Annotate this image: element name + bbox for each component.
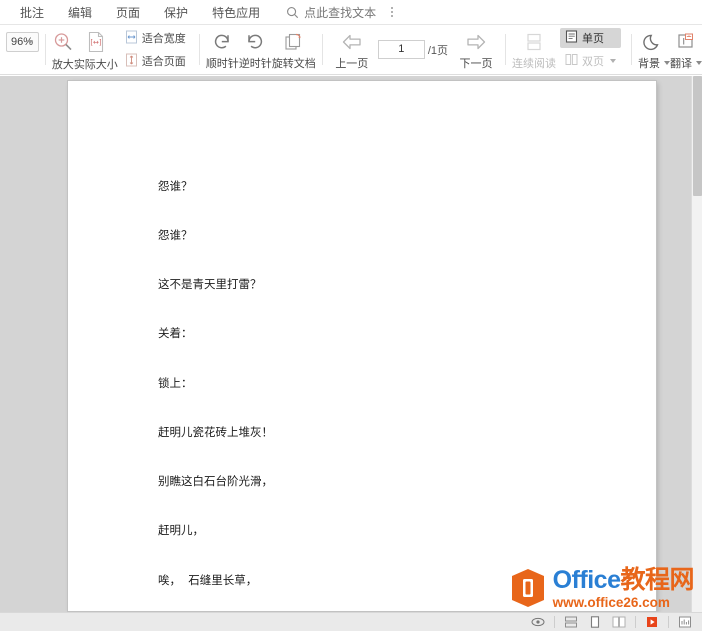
moon-icon [643, 32, 665, 52]
page-total-label: /1页 [428, 42, 448, 58]
chevron-down-icon [610, 59, 616, 63]
previous-page-button[interactable]: 上一页 [329, 25, 375, 74]
statusbar-separator [635, 616, 636, 628]
rotate-clockwise-label: 顺时针 [206, 55, 239, 71]
fit-width-button[interactable]: 适合宽度 [123, 29, 188, 48]
arrow-left-icon [340, 32, 364, 52]
magnifier-plus-icon [52, 31, 74, 53]
fit-options-group: 适合宽度 适合页面 [118, 25, 193, 74]
poem-line: 唉， 石缝里长草， [158, 572, 342, 588]
menubar: 批注 编辑 页面 保护 特色应用 点此查找文本 [0, 0, 702, 25]
single-page-icon [565, 30, 578, 46]
rotate-clockwise-icon [211, 32, 233, 52]
poem-line: 锁上： [158, 375, 342, 391]
kebab-menu-icon[interactable] [388, 5, 396, 19]
poem-line: 怨谁？ [158, 178, 342, 194]
zoom-level-select[interactable]: 96% [6, 32, 39, 52]
fit-width-icon [125, 30, 138, 47]
chevron-down-icon [696, 61, 702, 65]
zoom-in-label: 放大 [52, 56, 74, 72]
background-button[interactable]: 背景 [638, 25, 670, 74]
actual-size-label: 实际大小 [74, 56, 118, 72]
menu-item-protect[interactable]: 保护 [152, 2, 200, 23]
menu-item-annotate[interactable]: 批注 [8, 2, 56, 23]
vertical-scrollbar[interactable] [691, 76, 702, 612]
rotate-counterclockwise-button[interactable]: 逆时针 [239, 25, 272, 74]
previous-page-label: 上一页 [335, 55, 368, 71]
search-placeholder-text: 点此查找文本 [304, 4, 376, 21]
background-label: 背景 [638, 55, 660, 71]
translate-button[interactable]: I 翻译 [670, 25, 702, 74]
status-layout-icon[interactable] [560, 614, 582, 630]
toolbar-separator [199, 34, 200, 65]
page-navigation: 上一页 1 /1页 下一页 [329, 25, 499, 74]
poem-line: 赶明儿， [158, 522, 342, 538]
rotate-counterclockwise-label: 逆时针 [239, 55, 272, 71]
document-viewport[interactable]: 怨谁？ 怨谁？ 这不是青天里打雷？ 关着： 锁上： 赶明儿瓷花砖上堆灰！ 别瞧这… [0, 76, 702, 612]
status-single-page-icon[interactable] [584, 614, 606, 630]
next-page-button[interactable]: 下一页 [453, 25, 499, 74]
poem-text-block: 怨谁？ 怨谁？ 这不是青天里打雷？ 关着： 锁上： 赶明儿瓷花砖上堆灰！ 别瞧这… [158, 145, 342, 612]
document-page: 怨谁？ 怨谁？ 这不是青天里打雷？ 关着： 锁上： 赶明儿瓷花砖上堆灰！ 别瞧这… [68, 81, 656, 611]
single-page-label: 单页 [582, 30, 604, 46]
double-page-toggle[interactable]: 双页 [560, 51, 621, 71]
continuous-scroll-icon [523, 32, 545, 52]
rotate-document-label: 旋转文档 [272, 55, 316, 71]
chevron-down-icon [27, 40, 33, 44]
menu-item-featured-apps[interactable]: 特色应用 [200, 2, 272, 23]
page-layout-toggle-group: 单页 双页 [556, 25, 625, 74]
page-number-input[interactable]: 1 [378, 40, 425, 59]
toolbar-separator [505, 34, 506, 65]
rotate-document-icon [283, 32, 305, 52]
zoom-in-button[interactable]: 放大 [52, 25, 74, 74]
status-presentation-icon[interactable] [641, 614, 663, 630]
toolbar-separator [45, 34, 46, 65]
actual-size-button[interactable]: [↔] 实际大小 [74, 25, 118, 74]
svg-text:I: I [683, 38, 686, 48]
actual-size-icon: [↔] [86, 31, 106, 53]
menu-item-page[interactable]: 页面 [104, 2, 152, 23]
next-page-label: 下一页 [460, 55, 493, 71]
translate-label: 翻译 [670, 55, 692, 71]
poem-line: 赶明儿瓷花砖上堆灰！ [158, 424, 342, 440]
fit-page-icon [125, 53, 138, 70]
fit-page-button[interactable]: 适合页面 [123, 52, 188, 71]
status-thumbnail-icon[interactable] [674, 614, 696, 630]
continuous-scroll-button[interactable]: 连续阅读 [512, 25, 556, 74]
rotate-document-button[interactable]: 旋转文档 [272, 25, 316, 74]
statusbar-separator [668, 616, 669, 628]
fit-page-label: 适合页面 [142, 53, 186, 69]
poem-line: 这不是青天里打雷？ [158, 276, 342, 292]
toolbar-separator [631, 34, 632, 65]
search-icon [286, 6, 299, 19]
scrollbar-thumb[interactable] [693, 76, 702, 196]
fit-width-label: 适合宽度 [142, 30, 186, 46]
continuous-scroll-label: 连续阅读 [512, 55, 556, 71]
search-box[interactable]: 点此查找文本 [286, 4, 396, 21]
statusbar [0, 612, 702, 631]
rotate-clockwise-button[interactable]: 顺时针 [206, 25, 239, 74]
single-page-toggle[interactable]: 单页 [560, 28, 621, 48]
menu-item-edit[interactable]: 编辑 [56, 2, 104, 23]
translate-icon: I [675, 32, 697, 52]
double-page-label: 双页 [582, 53, 604, 69]
poem-line: 怨谁？ [158, 227, 342, 243]
status-double-page-icon[interactable] [608, 614, 630, 630]
double-page-icon [565, 53, 578, 69]
toolbar-separator [322, 34, 323, 65]
arrow-right-icon [464, 32, 488, 52]
rotate-counterclockwise-icon [244, 32, 266, 52]
poem-line: 别瞧这白石台阶光滑， [158, 473, 342, 489]
status-eye-icon[interactable] [527, 614, 549, 630]
statusbar-separator [554, 616, 555, 628]
toolbar: 96% 放大 [↔] 实际大小 适合宽度 适合页面 [0, 25, 702, 75]
svg-text:[↔]: [↔] [90, 39, 102, 47]
poem-line: 关着： [158, 325, 342, 341]
